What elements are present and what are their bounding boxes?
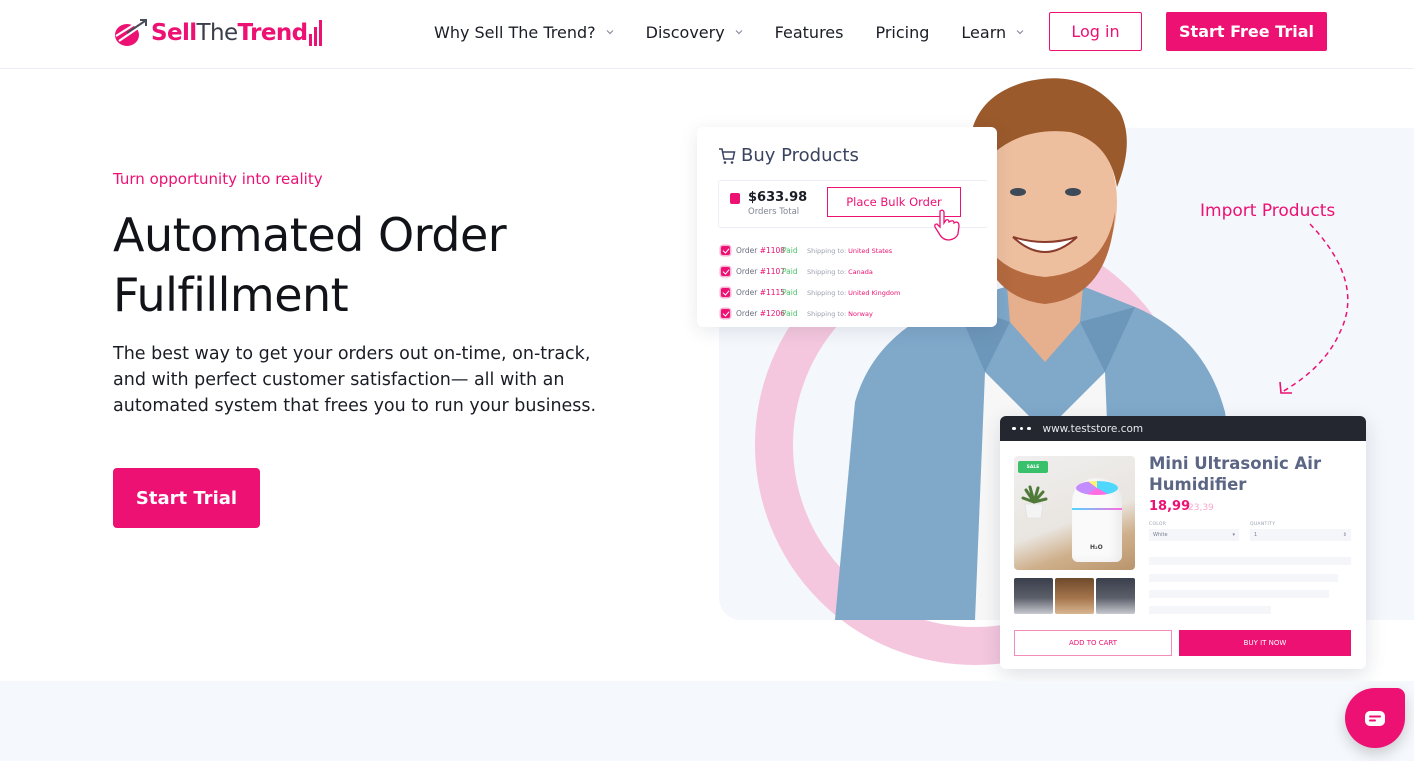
color-select-value: White [1153,532,1168,538]
shipping-country: Norway [848,309,873,318]
stepper-arrows-icon: ⇕ [1342,532,1347,538]
chevron-down-icon [606,30,614,35]
chat-widget-button[interactable] [1345,688,1405,748]
shipping-country: United Kingdom [848,288,901,297]
next-section-background [0,681,1414,761]
placeholder-line [1149,574,1338,582]
thumbnail-image[interactable] [1096,578,1135,614]
thumbnail-image[interactable] [1055,578,1094,614]
shipping-label: Shipping to: [807,288,847,297]
dashed-arrow-icon [1279,223,1349,394]
checkbox-checked[interactable] [721,267,730,276]
buy-products-title-text: Buy Products [741,145,859,166]
store-product-card: www.teststore.com SALE H₂O Mini Ultrason… [1000,416,1366,669]
pointer-hand-icon [934,209,960,241]
buy-products-card: Buy Products $633.98 Orders Total Place … [697,127,997,327]
orders-list: Order #1108 Paid Shipping to: United Sta… [721,240,900,324]
chevron-down-icon: ▾ [1232,532,1235,538]
order-number: Order #1107 [736,267,786,276]
product-price: 18,99 [1149,499,1191,514]
chat-bubble-icon [1365,710,1385,726]
nav-item-label: Learn [961,22,1007,42]
top-navigation: SellTheTrend Why Sell The Trend? Discove… [0,0,1414,69]
logo-mark-icon [115,19,147,46]
orders-total-value: $633.98 [748,190,808,205]
nav-item-learn[interactable]: Learn [961,23,1024,42]
checkbox-checked[interactable] [721,309,730,318]
order-number: Order #1206 [736,309,786,318]
orders-total-label: Orders Total [748,207,800,217]
nav-item-label: Why Sell The Trend? [434,22,596,42]
plant-icon [1021,485,1048,519]
checkbox-checked[interactable] [721,246,730,255]
humidifier-device: H₂O [1072,478,1122,562]
nav-item-why-sell-the-trend[interactable]: Why Sell The Trend? [434,23,614,42]
hero-description: The best way to get your orders out on-t… [113,344,597,416]
import-products-label: Import Products [1200,201,1336,221]
order-status: Paid [782,246,798,255]
product-old-price: 23,39 [1188,503,1214,513]
logo[interactable]: SellTheTrend [113,16,323,50]
order-row: Order #1107 Paid Shipping to: Canada [721,261,900,282]
hero-eyebrow: Turn opportunity into reality [113,170,323,188]
nav-item-label: Pricing [875,22,930,42]
shipping-country: United States [848,246,893,255]
placeholder-line [1149,606,1271,614]
nav-item-label: Features [774,22,844,42]
shopify-bag-icon [730,193,740,204]
order-number: Order #1115 [736,288,786,297]
add-to-cart-button[interactable]: ADD TO CART [1014,630,1172,656]
h2o-label: H₂O [1090,544,1103,551]
nav-item-pricing[interactable]: Pricing [875,23,929,42]
quantity-value: 1 [1254,532,1258,538]
checkbox-checked[interactable] [721,288,730,297]
thumbnail-image[interactable] [1014,578,1053,614]
window-dots-icon [1012,426,1031,431]
color-select[interactable]: White ▾ [1149,529,1239,541]
quantity-label: QUANTITY [1250,522,1276,527]
shipping-label: Shipping to: [807,246,847,255]
hero-headline: Automated Order Fulfillment [113,205,633,325]
logo-bars-icon [309,20,323,46]
start-free-trial-button[interactable]: Start Free Trial [1166,12,1327,51]
buy-it-now-button[interactable]: BUY IT NOW [1179,630,1351,656]
chevron-down-icon [735,30,743,35]
start-trial-button[interactable]: Start Trial [113,468,260,528]
shipping-label: Shipping to: [807,309,847,318]
product-image[interactable]: SALE H₂O [1014,456,1135,570]
login-button[interactable]: Log in [1049,12,1142,51]
headline-line-1: Automated Order [113,208,507,262]
store-url: www.teststore.com [1042,422,1144,435]
quantity-stepper[interactable]: 1 ⇕ [1250,529,1351,541]
order-status: Paid [782,288,798,297]
nav-item-features[interactable]: Features [775,23,844,42]
order-row: Order #1206 Paid Shipping to: Norway [721,303,900,324]
order-row: Order #1108 Paid Shipping to: United Sta… [721,240,900,261]
product-thumbnails [1014,578,1135,614]
headline-line-2: Fulfillment [113,268,349,322]
placeholder-line [1149,590,1329,598]
shopping-cart-icon [719,147,736,164]
chevron-down-icon [1016,30,1024,35]
order-status: Paid [782,267,798,276]
color-label: COLOR [1149,522,1167,527]
buy-products-title: Buy Products [718,145,859,166]
order-number: Order #1108 [736,246,786,255]
sale-badge: SALE [1018,461,1048,473]
logo-text: SellTheTrend [151,20,308,46]
shipping-label: Shipping to: [807,267,847,276]
nav-item-discovery[interactable]: Discovery [646,23,743,42]
product-title: Mini Ultrasonic Air Humidifier [1149,454,1322,494]
placeholder-line [1149,557,1351,565]
nav-item-label: Discovery [645,22,725,42]
order-status: Paid [782,309,798,318]
shipping-country: Canada [848,267,873,276]
main-menu: Why Sell The Trend? Discovery Features P… [434,0,1056,64]
order-row: Order #1115 Paid Shipping to: United Kin… [721,282,900,303]
browser-bar: www.teststore.com [1000,416,1366,441]
